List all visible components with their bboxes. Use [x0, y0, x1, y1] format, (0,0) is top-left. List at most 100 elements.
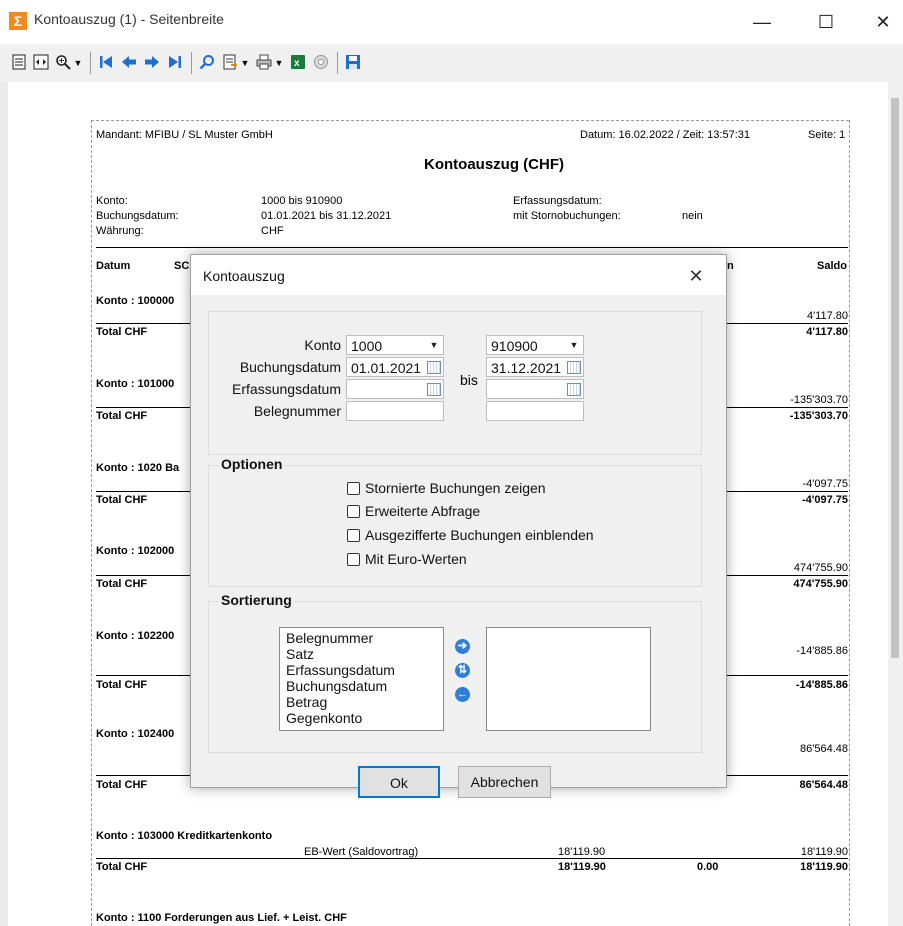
- report-datum: Datum: 16.02.2022 / Zeit: 13:57:31: [580, 129, 751, 141]
- belegnummer-from-field[interactable]: [346, 401, 444, 421]
- total-label: Total CHF: [96, 410, 148, 422]
- minimize-button[interactable]: —: [742, 8, 782, 36]
- settings-icon[interactable]: [312, 54, 330, 72]
- calendar-icon[interactable]: [427, 383, 441, 396]
- available-sort-list[interactable]: Belegnummer Satz Erfassungsdatum Buchung…: [279, 627, 444, 731]
- optionen-label: Optionen: [219, 456, 285, 472]
- konto-from-value: 1000: [351, 338, 383, 354]
- erweiterte-checkbox[interactable]: [347, 505, 360, 518]
- eb-label: EB-Wert (Saldovortrag): [304, 846, 419, 858]
- single-page-icon[interactable]: [10, 54, 28, 72]
- scrollbar-thumb[interactable]: [891, 98, 899, 658]
- total-betrag: 18'119.90: [558, 861, 606, 873]
- euro-werte-label[interactable]: Mit Euro-Werten: [365, 551, 467, 567]
- ausgezifferte-checkbox[interactable]: [347, 529, 360, 542]
- param-waehrung-value: CHF: [261, 225, 284, 237]
- account-saldo: 4'117.80: [806, 310, 848, 322]
- account-saldo: 86'564.48: [800, 743, 848, 755]
- ausgezifferte-label[interactable]: Ausgezifferte Buchungen einblenden: [365, 527, 594, 543]
- account-heading: Konto : 1100 Forderungen aus Lief. + Lei…: [96, 912, 347, 924]
- total-label: Total CHF: [96, 679, 148, 691]
- erfassungsdatum-label: Erfassungsdatum: [232, 381, 341, 397]
- close-button[interactable]: ✕: [863, 8, 903, 36]
- calendar-icon[interactable]: [427, 361, 441, 374]
- eb-betrag: 18'119.90: [558, 846, 606, 858]
- move-right-icon[interactable]: ➔: [455, 639, 470, 654]
- list-item[interactable]: Satz: [280, 646, 443, 662]
- list-item[interactable]: Erfassungsdatum: [280, 662, 443, 678]
- window-title: Kontoauszug (1) - Seitenbreite: [34, 11, 224, 27]
- param-konto-value: 1000 bis 910900: [261, 195, 343, 207]
- buchungsdatum-label: Buchungsdatum: [239, 359, 341, 375]
- toolbar: ▼ ▼ ▼ x: [0, 44, 903, 82]
- eb-saldo: 18'119.90: [800, 846, 848, 858]
- belegnummer-to-field[interactable]: [486, 401, 584, 421]
- total-label: Total CHF: [96, 779, 148, 791]
- dialog-title: Kontoauszug: [203, 268, 285, 284]
- buchungsdatum-to-value: 31.12.2021: [491, 360, 562, 376]
- account-heading: Konto : 101000: [96, 378, 175, 390]
- list-item[interactable]: Gegenkonto: [280, 710, 443, 726]
- col-datum: Datum: [96, 260, 131, 272]
- param-storno-label: mit Stornobuchungen:: [513, 210, 621, 222]
- list-item[interactable]: Betrag: [280, 694, 443, 710]
- move-left-icon[interactable]: ←: [455, 687, 470, 702]
- sortierung-label: Sortierung: [219, 592, 294, 608]
- save-icon[interactable]: [344, 54, 362, 72]
- account-saldo: -135'303.70: [790, 394, 848, 406]
- cancel-button[interactable]: Abbrechen: [458, 766, 551, 798]
- reorder-icon[interactable]: ⇅: [455, 663, 470, 678]
- euro-werte-checkbox[interactable]: [347, 553, 360, 566]
- ok-button[interactable]: Ok: [358, 766, 440, 798]
- col-n: n: [727, 260, 734, 272]
- list-item[interactable]: Buchungsdatum: [280, 678, 443, 694]
- next-page-icon[interactable]: [143, 54, 161, 72]
- print-icon[interactable]: [255, 54, 273, 72]
- chevron-down-icon[interactable]: ▼: [565, 336, 583, 354]
- account-heading: Konto : 102000: [96, 545, 175, 557]
- print-dropdown-icon[interactable]: ▼: [273, 54, 285, 72]
- konto-to-value: 910900: [491, 338, 538, 354]
- maximize-button[interactable]: ☐: [806, 8, 846, 36]
- app-icon: Σ: [9, 12, 27, 30]
- report-mandant: Mandant: MFIBU / SL Muster GmbH: [96, 129, 273, 141]
- zoom-icon[interactable]: [54, 54, 72, 72]
- page-width-icon[interactable]: [32, 54, 50, 72]
- account-heading: Konto : 103000 Kreditkartenkonto: [96, 830, 273, 842]
- total-mid: 0.00: [697, 861, 719, 873]
- first-page-icon[interactable]: [97, 54, 115, 72]
- dialog-close-button[interactable]: ✕: [676, 264, 716, 288]
- erweiterte-label[interactable]: Erweiterte Abfrage: [365, 503, 480, 519]
- total-label: Total CHF: [96, 326, 148, 338]
- konto-label: Konto: [304, 337, 341, 353]
- search-icon[interactable]: [198, 54, 216, 72]
- export-icon[interactable]: [221, 54, 239, 72]
- window-titlebar: Σ Kontoauszug (1) - Seitenbreite — ☐ ✕: [0, 0, 903, 44]
- bis-label: bis: [460, 372, 478, 388]
- previous-page-icon[interactable]: [120, 54, 138, 72]
- buchungsdatum-from-value: 01.01.2021: [351, 360, 422, 376]
- total-saldo: 18'119.90: [800, 861, 848, 873]
- total-saldo: -14'885.86: [795, 679, 848, 691]
- calendar-icon[interactable]: [567, 383, 581, 396]
- export-dropdown-icon[interactable]: ▼: [239, 54, 251, 72]
- total-saldo: -4'097.75: [801, 494, 848, 506]
- param-erfassungsdatum-label: Erfassungsdatum:: [513, 195, 602, 207]
- account-saldo: 474'755.90: [793, 562, 848, 574]
- zoom-dropdown-icon[interactable]: ▼: [72, 54, 84, 72]
- report-title: Kontoauszug (CHF): [424, 156, 564, 173]
- calendar-icon[interactable]: [567, 361, 581, 374]
- selected-sort-list[interactable]: [486, 627, 651, 731]
- excel-icon[interactable]: x: [289, 54, 307, 72]
- col-saldo: Saldo: [817, 260, 847, 272]
- belegnummer-label: Belegnummer: [253, 403, 341, 419]
- last-page-icon[interactable]: [166, 54, 184, 72]
- stornierte-checkbox[interactable]: [347, 482, 360, 495]
- total-label: Total CHF: [96, 861, 148, 873]
- total-saldo: -135'303.70: [789, 410, 848, 422]
- chevron-down-icon[interactable]: ▼: [425, 336, 443, 354]
- svg-text:x: x: [294, 58, 300, 69]
- stornierte-label[interactable]: Stornierte Buchungen zeigen: [365, 480, 546, 496]
- total-label: Total CHF: [96, 578, 148, 590]
- list-item[interactable]: Belegnummer: [280, 630, 443, 646]
